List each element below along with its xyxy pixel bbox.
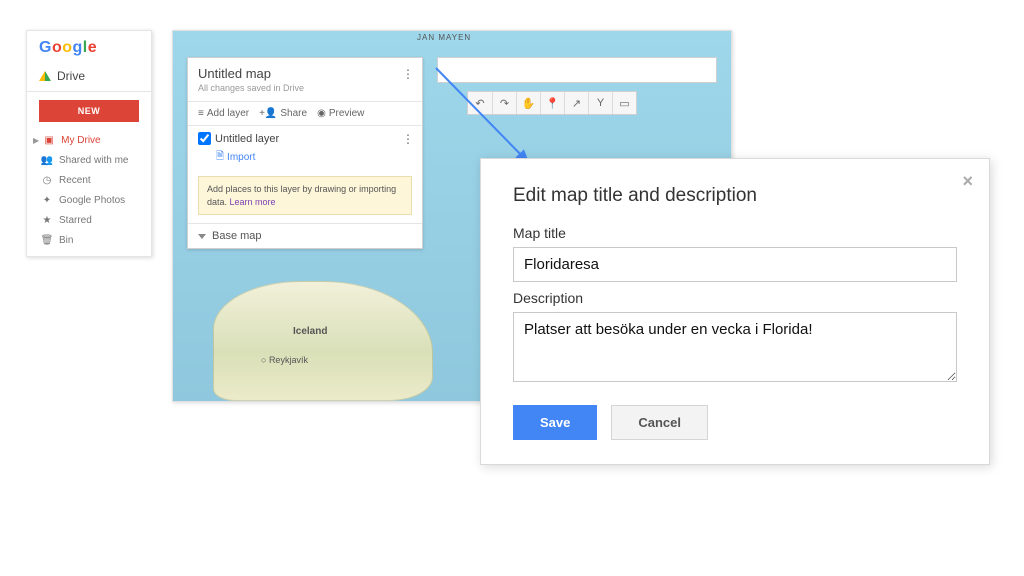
sidebar-item-recent[interactable]: ◷ Recent	[27, 170, 151, 190]
eye-icon: ◉	[317, 108, 326, 119]
file-icon: 🗎	[216, 149, 224, 166]
land-iceland	[213, 281, 433, 401]
import-link[interactable]: 🗎 Import	[188, 147, 422, 172]
learn-more-link[interactable]: Learn more	[230, 197, 276, 207]
undo-button[interactable]: ↶	[468, 92, 492, 114]
map-label-reykjavik: Reykjavík	[261, 355, 308, 365]
drive-product-label: Drive	[57, 69, 85, 83]
sidebar-item-shared[interactable]: 👥 Shared with me	[27, 150, 151, 170]
sidebar-item-label: Google Photos	[59, 195, 125, 206]
sidebar-item-label: Shared with me	[59, 155, 128, 166]
modal-heading: Edit map title and description	[513, 185, 957, 207]
overflow-menu-icon[interactable]: ⋮	[402, 71, 414, 77]
sidebar-item-photos[interactable]: ✦ Google Photos	[27, 190, 151, 210]
map-title-input[interactable]	[513, 247, 957, 282]
redo-button[interactable]: ↷	[492, 92, 516, 114]
sidebar-item-label: Starred	[59, 215, 92, 226]
map-label-iceland: Iceland	[293, 326, 327, 337]
star-icon: ★	[41, 214, 53, 226]
sidebar-item-my-drive[interactable]: ▶ ▣ My Drive	[27, 130, 151, 150]
layers-icon: ≡	[198, 108, 204, 119]
map-title-label: Map title	[513, 225, 957, 241]
save-button[interactable]: Save	[513, 405, 597, 440]
layer-name: Untitled layer	[215, 133, 279, 145]
share-button[interactable]: +👤Share	[259, 108, 307, 119]
preview-button[interactable]: ◉Preview	[317, 108, 364, 119]
save-status: All changes saved in Drive	[188, 83, 422, 101]
base-map-row[interactable]: Base map	[188, 223, 422, 248]
hand-tool-button[interactable]: ✋	[516, 92, 540, 114]
share-icon: +👤	[259, 108, 277, 119]
hint-box: Add places to this layer by drawing or i…	[198, 176, 412, 215]
sidebar-item-label: Recent	[59, 175, 91, 186]
layers-card: Untitled map ⋮ All changes saved in Driv…	[187, 57, 423, 249]
ruler-tool-button[interactable]: ▭	[612, 92, 636, 114]
directions-tool-button[interactable]: Y	[588, 92, 612, 114]
sidebar-item-label: Bin	[59, 235, 73, 246]
google-logo: Google	[27, 39, 151, 65]
marker-tool-button[interactable]: 📍	[540, 92, 564, 114]
clock-icon: ◷	[41, 174, 53, 186]
chevron-down-icon	[198, 234, 206, 239]
folder-icon: ▣	[43, 134, 55, 146]
map-toolbar: ↶ ↷ ✋ 📍 ↗ Y ▭	[467, 91, 637, 115]
drive-icon	[39, 71, 51, 81]
chevron-right-icon: ▶	[33, 136, 39, 145]
layer-visibility-checkbox[interactable]	[198, 132, 211, 145]
layer-overflow-icon[interactable]: ⋮	[402, 136, 414, 142]
description-label: Description	[513, 290, 957, 306]
map-title[interactable]: Untitled map	[198, 66, 271, 81]
edit-title-modal: × Edit map title and description Map tit…	[480, 158, 990, 465]
sidebar-item-bin[interactable]: 🗑 Bin	[27, 230, 151, 250]
people-icon: 👥	[41, 154, 53, 166]
map-label-janmayen: JAN MAYEN	[417, 33, 471, 42]
layer-checkbox-row[interactable]: Untitled layer	[198, 132, 279, 145]
close-icon[interactable]: ×	[962, 171, 973, 192]
drive-product-row[interactable]: Drive	[27, 65, 151, 92]
map-search-input[interactable]	[437, 57, 717, 83]
sidebar-item-starred[interactable]: ★ Starred	[27, 210, 151, 230]
sidebar-item-label: My Drive	[61, 135, 100, 146]
description-textarea[interactable]: Platser att besöka under en vecka i Flor…	[513, 312, 957, 382]
cancel-button[interactable]: Cancel	[611, 405, 708, 440]
new-button[interactable]: NEW	[39, 100, 139, 122]
drive-sidebar: Google Drive NEW ▶ ▣ My Drive 👥 Shared w…	[26, 30, 152, 257]
photos-icon: ✦	[41, 194, 53, 206]
add-layer-button[interactable]: ≡Add layer	[198, 108, 249, 119]
line-tool-button[interactable]: ↗	[564, 92, 588, 114]
trash-icon: 🗑	[41, 234, 53, 246]
